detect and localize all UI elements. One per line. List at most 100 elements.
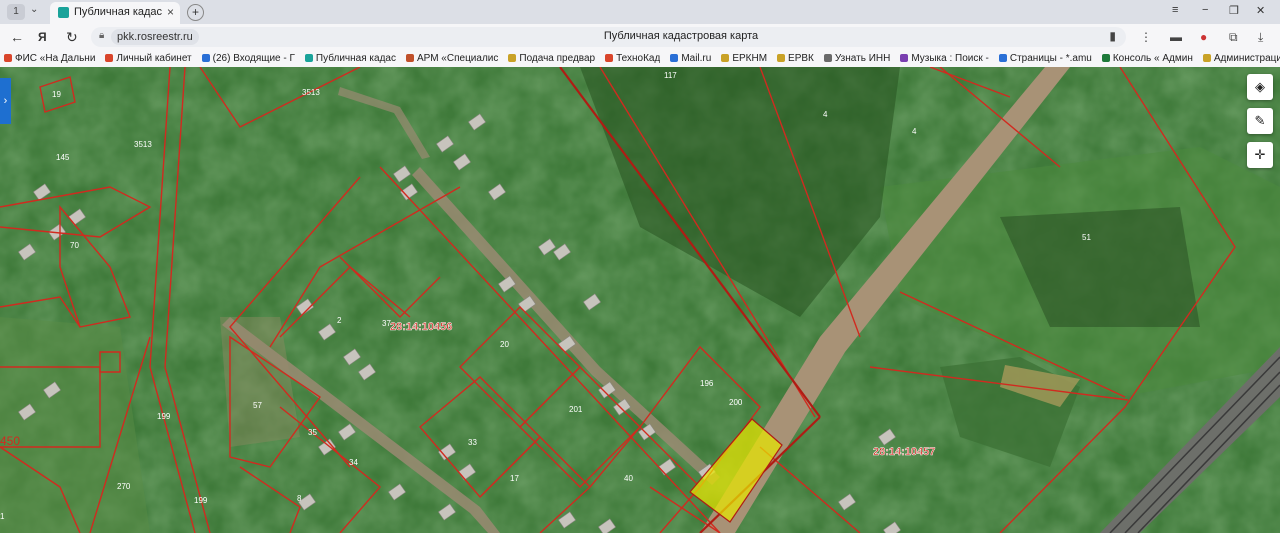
parcel-number[interactable]: 4	[823, 110, 828, 119]
more-icon[interactable]: ⋮	[1140, 30, 1152, 44]
ruler-icon[interactable]: ✎	[1247, 108, 1273, 134]
bookmark-label: Узнать ИНН	[834, 53, 891, 64]
bookmark-favicon-icon	[605, 54, 614, 62]
bookmark-item[interactable]: ЕРКНМ	[717, 50, 767, 67]
menu-icon[interactable]: ≡	[1172, 4, 1178, 16]
layers-icon[interactable]: ◈	[1247, 74, 1273, 100]
bookmark-label: Личный кабинет	[116, 53, 192, 64]
address-bar: ← Я ↻ 🔒︎ pkk.rosreestr.ru Публичная када…	[0, 24, 1280, 50]
parcel-number[interactable]: 1	[0, 512, 5, 521]
bookmark-item[interactable]: ЕРВК	[773, 50, 814, 67]
bookmark-label: Консоль « Админ	[1112, 53, 1193, 64]
bookmark-item[interactable]: Mail.ru	[666, 50, 711, 67]
bookmark-item[interactable]: Подача предвар	[504, 50, 595, 67]
bookmark-item[interactable]: ФИС «На Дальни	[0, 50, 95, 67]
bookmark-item[interactable]: Страницы - *.amu	[995, 50, 1092, 67]
quarter-label[interactable]: 28:14:10456	[390, 321, 453, 334]
parcel-number[interactable]: 57	[253, 401, 262, 410]
parcel-number[interactable]: 145	[56, 153, 70, 162]
page-title: Публичная кадастровая карта	[603, 30, 759, 42]
bookmark-favicon-icon	[998, 54, 1007, 62]
tab-counter[interactable]: 1	[7, 4, 25, 20]
restore-icon[interactable]: ❐	[1229, 4, 1239, 17]
bookmark-icon[interactable]: ▮	[1109, 29, 1116, 43]
parcel-number[interactable]: 201	[569, 405, 583, 414]
bookmark-favicon-icon	[1101, 54, 1110, 62]
parcel-number[interactable]: 270	[117, 482, 131, 491]
parcel-number[interactable]: 34	[349, 458, 358, 467]
tab-bar: 1 ⌄ Публичная кадастровая × + ≡ − ❐ ✕	[0, 0, 1280, 24]
quarter-label[interactable]: 28:14:10457	[873, 446, 936, 459]
bookmark-label: АРМ «Специалис	[416, 53, 499, 64]
extension-icon[interactable]: ▬	[1170, 30, 1182, 44]
parcel-number[interactable]: 450	[0, 434, 20, 448]
parcel-number[interactable]: 4	[912, 127, 917, 136]
bookmark-favicon-icon	[4, 54, 12, 62]
bookmark-label: Музыка : Поиск -	[911, 53, 989, 64]
parcel-number[interactable]: 200	[729, 398, 743, 407]
parcel-number[interactable]: 33	[468, 438, 477, 447]
url-field[interactable]: 🔒︎ pkk.rosreestr.ru Публичная кадастрова…	[91, 27, 1126, 47]
parcel-number[interactable]: 37	[382, 319, 391, 328]
parcel-number[interactable]: 117	[664, 71, 677, 80]
new-tab-button[interactable]: +	[187, 4, 204, 21]
bookmark-favicon-icon	[304, 54, 313, 62]
rosreestr-icon	[58, 7, 69, 18]
parcel-number[interactable]: 35	[308, 428, 317, 437]
bookmark-label: Подача предвар	[519, 53, 596, 64]
bookmark-favicon-icon	[508, 54, 517, 62]
parcel-number[interactable]: 70	[70, 241, 79, 250]
bookmark-item[interactable]: Публичная кадас	[301, 50, 396, 67]
chevron-down-icon[interactable]: ⌄	[30, 4, 38, 15]
bookmarks-bar: ФИС «На Дальни Личный кабинет (26) Входящи…	[0, 50, 1280, 68]
bookmark-label: ЕРВК	[788, 53, 814, 64]
bookmark-item[interactable]: Музыка : Поиск -	[896, 50, 989, 67]
parcel-number[interactable]: 3513	[302, 88, 320, 97]
locate-icon[interactable]: ✛	[1247, 142, 1273, 168]
parcel-number[interactable]: 17	[510, 474, 519, 483]
bookmark-item[interactable]: ТехноКад	[601, 50, 660, 67]
parcel-number[interactable]: 8	[297, 494, 302, 503]
expand-panel-button[interactable]: ›	[0, 78, 11, 124]
parcel-number[interactable]: 199	[194, 496, 208, 505]
download-icon[interactable]: ⤓	[1258, 30, 1263, 45]
tab-active[interactable]: Публичная кадастровая ×	[50, 2, 180, 24]
bookmark-item[interactable]: (26) Входящие - Г	[198, 50, 295, 67]
bookmark-item[interactable]: Консоль « Админ	[1098, 50, 1193, 67]
extension-icon[interactable]: ●	[1200, 30, 1207, 44]
parcel-number[interactable]: 51	[1082, 233, 1091, 242]
bookmark-favicon-icon	[105, 54, 114, 62]
bookmark-favicon-icon	[777, 54, 786, 62]
close-icon[interactable]: ×	[167, 5, 174, 19]
parcel-number[interactable]: 3513	[134, 140, 152, 149]
bookmark-label: ФИС «На Дальни	[15, 53, 96, 64]
bookmark-label: Публичная кадас	[315, 53, 396, 64]
bookmark-favicon-icon	[900, 54, 909, 62]
cadastral-map[interactable]: 28:14:10456 28:14:10457 3513 117 4 4 51 145 3513…	[0, 67, 1280, 533]
parcel-number[interactable]: 20	[500, 340, 509, 349]
bookmark-label: ТехноКад	[616, 53, 661, 64]
bookmark-favicon-icon	[405, 54, 414, 62]
parcel-number[interactable]: 40	[624, 474, 633, 483]
bookmark-favicon-icon	[201, 54, 210, 62]
bookmark-label: ЕРКНМ	[732, 53, 768, 64]
bookmark-item[interactable]: Администрация	[1199, 50, 1280, 67]
bookmark-item[interactable]: АРМ «Специалис	[402, 50, 498, 67]
bookmark-label: Страницы - *.amu	[1009, 53, 1092, 64]
bookmark-item[interactable]: Узнать ИНН	[820, 50, 890, 67]
bookmark-favicon-icon	[721, 54, 730, 62]
parcel-number[interactable]: 196	[700, 379, 714, 388]
parcel-number[interactable]: 2	[337, 316, 342, 325]
reload-icon[interactable]: ↻	[66, 29, 78, 46]
bookmark-item[interactable]: Личный кабинет	[101, 50, 192, 67]
bookmark-favicon-icon	[670, 54, 679, 62]
yandex-icon[interactable]: Я	[38, 30, 47, 44]
map-canvas[interactable]: 28:14:1045628:14:10457351311744511453513…	[0, 67, 1280, 533]
parcel-number[interactable]: 19	[52, 90, 61, 99]
collections-icon[interactable]: ⧉	[1229, 30, 1238, 45]
back-icon[interactable]: ←	[10, 29, 24, 45]
bookmark-label: Mail.ru	[681, 53, 712, 64]
parcel-number[interactable]: 199	[157, 412, 171, 421]
close-window-icon[interactable]: ✕	[1256, 4, 1265, 17]
minimize-icon[interactable]: −	[1202, 4, 1208, 16]
